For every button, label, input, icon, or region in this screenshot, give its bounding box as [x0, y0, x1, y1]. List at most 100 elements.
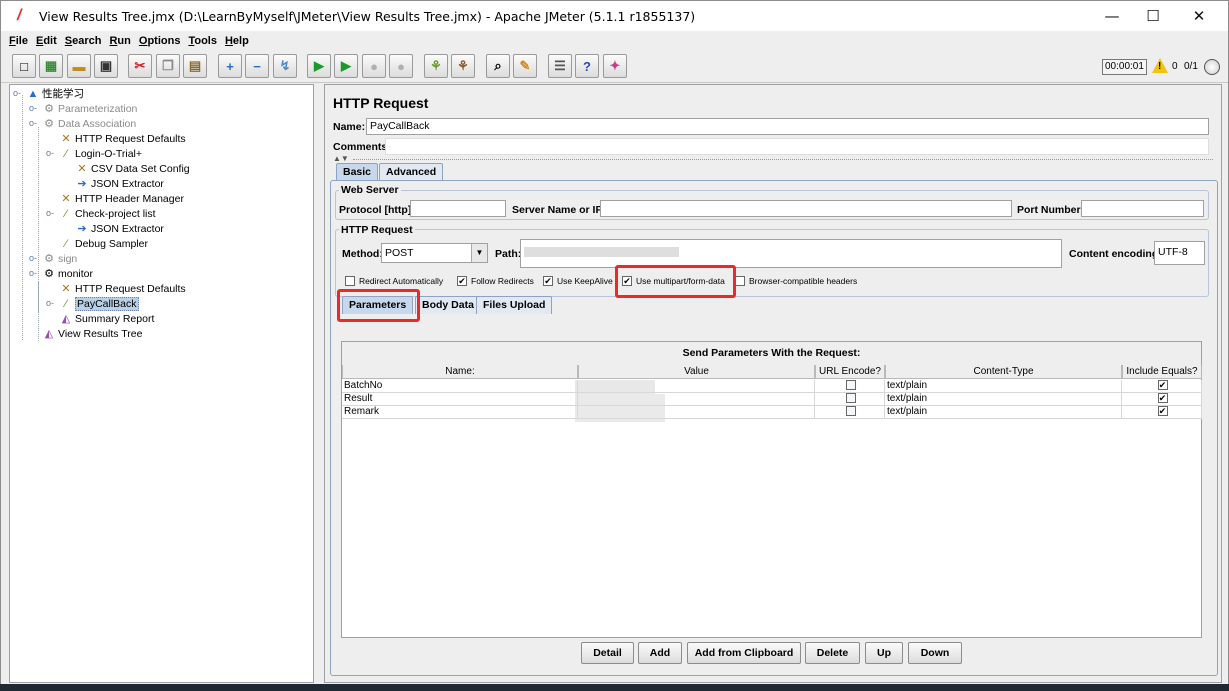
open-icon[interactable]: ▬: [67, 54, 91, 78]
search-icon[interactable]: ⌕: [486, 54, 510, 78]
menu-options[interactable]: Options: [139, 35, 181, 47]
redirect-automatically-checkbox[interactable]: Redirect Automatically: [345, 276, 443, 286]
reset-search-icon[interactable]: ✎: [513, 54, 537, 78]
table-row[interactable]: BatchNo text/plain ✔: [342, 380, 1202, 393]
cell-name[interactable]: BatchNo: [342, 380, 578, 392]
table-row[interactable]: Remark text/plain ✔: [342, 406, 1202, 419]
cell-include-equals[interactable]: ✔: [1122, 406, 1202, 418]
collapse-arrows[interactable]: ▲▼: [333, 154, 349, 163]
chevron-down-icon[interactable]: ▼: [471, 244, 487, 262]
name-field[interactable]: PayCallBack: [366, 118, 1209, 135]
cell-include-equals[interactable]: ✔: [1122, 380, 1202, 392]
protocol-field[interactable]: [410, 200, 506, 217]
templates-icon[interactable]: ▦: [39, 54, 63, 78]
comments-field[interactable]: [385, 138, 1209, 155]
column-header-value[interactable]: Value: [578, 365, 815, 379]
menu-run[interactable]: Run: [109, 35, 130, 47]
port-field[interactable]: [1081, 200, 1204, 217]
cell-url-encode[interactable]: [815, 380, 885, 392]
tree-node-thread-group[interactable]: ⚙ Parameterization: [42, 101, 137, 116]
add-button[interactable]: Add: [638, 642, 682, 664]
tools-icon[interactable]: ✦: [603, 54, 627, 78]
tree-node-label: monitor: [58, 267, 94, 280]
add-from-clipboard-button[interactable]: Add from Clipboard: [687, 642, 801, 664]
tree-node-thread-group[interactable]: ⚙ monitor: [42, 266, 93, 281]
cell-include-equals[interactable]: ✔: [1122, 393, 1202, 405]
browser-compatible-headers-checkbox[interactable]: Browser-compatible headers: [735, 276, 857, 286]
menu-tools[interactable]: Tools: [188, 35, 217, 47]
tree-node-sampler[interactable]: ⁄ Debug Sampler: [59, 236, 148, 251]
tab-files-upload[interactable]: Files Upload: [476, 296, 553, 314]
copy-icon[interactable]: ❐: [156, 54, 180, 78]
tree-node-thread-group[interactable]: ⚙ Data Association: [42, 116, 136, 131]
tree-node-extractor[interactable]: ➔ JSON Extractor: [75, 176, 164, 191]
cell-name[interactable]: Result: [342, 393, 578, 405]
down-button[interactable]: Down: [908, 642, 962, 664]
taskbar: [0, 684, 1229, 691]
tree-node-config[interactable]: ✕ CSV Data Set Config: [75, 161, 189, 176]
menu-edit[interactable]: Edit: [36, 35, 57, 47]
tree-node-listener[interactable]: ◭ View Results Tree: [42, 326, 143, 341]
cell-url-encode[interactable]: [815, 393, 885, 405]
protocol-label: Protocol [http]:: [339, 204, 415, 216]
expand-icon[interactable]: +: [218, 54, 242, 78]
delete-button[interactable]: Delete: [805, 642, 860, 664]
cell-content-type[interactable]: text/plain: [885, 393, 1122, 405]
tree-node-config[interactable]: ✕ HTTP Request Defaults: [59, 281, 185, 296]
clear-icon[interactable]: ⚘: [424, 54, 448, 78]
column-header-content-type[interactable]: Content-Type: [885, 365, 1122, 379]
paste-icon[interactable]: ▤: [183, 54, 207, 78]
http-request-editor: HTTP Request Name: PayCallBack Comments:…: [324, 84, 1222, 683]
tree-node-thread-group[interactable]: ⚙ sign: [42, 251, 77, 266]
detail-button[interactable]: Detail: [581, 642, 634, 664]
name-label: Name:: [333, 121, 366, 133]
start-icon[interactable]: ▶: [307, 54, 331, 78]
tree-node-listener[interactable]: ◭ Summary Report: [59, 311, 155, 326]
tree-node-sampler-selected[interactable]: ⁄ PayCallBack: [59, 296, 139, 311]
minimize-button[interactable]: —: [1089, 1, 1135, 31]
tree-node-test-plan[interactable]: ▲ 性能学习: [26, 86, 84, 101]
start-no-pauses-icon[interactable]: ▶: [334, 54, 358, 78]
save-icon[interactable]: ▣: [94, 54, 118, 78]
encoding-field[interactable]: UTF-8: [1154, 241, 1205, 265]
follow-redirects-checkbox[interactable]: ✔ Follow Redirects: [457, 276, 534, 286]
help-icon[interactable]: ?: [575, 54, 599, 78]
use-keepalive-checkbox[interactable]: ✔ Use KeepAlive: [543, 276, 613, 286]
table-row[interactable]: Result text/plain ✔: [342, 393, 1202, 406]
maximize-button[interactable]: ☐: [1130, 1, 1176, 31]
tree-node-config[interactable]: ✕ HTTP Request Defaults: [59, 131, 185, 146]
tab-advanced[interactable]: Advanced: [379, 163, 444, 181]
clear-all-icon[interactable]: ⚘: [451, 54, 475, 78]
shutdown-icon[interactable]: ●: [389, 54, 413, 78]
toggle-icon[interactable]: ↯: [273, 54, 297, 78]
column-header-url-encode[interactable]: URL Encode?: [815, 365, 885, 379]
cell-content-type[interactable]: text/plain: [885, 406, 1122, 418]
function-helper-icon[interactable]: ☰: [548, 54, 572, 78]
server-field[interactable]: [600, 200, 1012, 217]
close-button[interactable]: ✕: [1176, 1, 1222, 31]
path-field[interactable]: [520, 239, 1062, 268]
menu-file[interactable]: File: [9, 35, 28, 47]
tab-basic[interactable]: Basic: [336, 163, 379, 181]
collapse-icon[interactable]: −: [245, 54, 269, 78]
cut-icon[interactable]: ✂: [128, 54, 152, 78]
comments-label: Comments:: [333, 141, 391, 153]
stop-icon[interactable]: ●: [362, 54, 386, 78]
sampler-icon: ⁄: [65, 297, 67, 310]
redacted-path: [524, 247, 679, 257]
column-header-name[interactable]: Name:: [342, 365, 578, 379]
tree-node-extractor[interactable]: ➔ JSON Extractor: [75, 221, 164, 236]
method-select[interactable]: POST ▼: [381, 243, 488, 263]
up-button[interactable]: Up: [865, 642, 903, 664]
cell-url-encode[interactable]: [815, 406, 885, 418]
cell-name[interactable]: Remark: [342, 406, 578, 418]
menu-help[interactable]: Help: [225, 35, 249, 47]
tree-node-sampler[interactable]: ⁄ Login-O-Trial+: [59, 146, 142, 161]
tab-body-data[interactable]: Body Data: [415, 296, 481, 314]
tree-node-sampler[interactable]: ⁄ Check-project list: [59, 206, 155, 221]
menu-search[interactable]: Search: [65, 35, 102, 47]
tree-node-config[interactable]: ✕ HTTP Header Manager: [59, 191, 184, 206]
new-icon[interactable]: □: [12, 54, 36, 78]
cell-content-type[interactable]: text/plain: [885, 380, 1122, 392]
column-header-include-equals[interactable]: Include Equals?: [1122, 365, 1202, 379]
